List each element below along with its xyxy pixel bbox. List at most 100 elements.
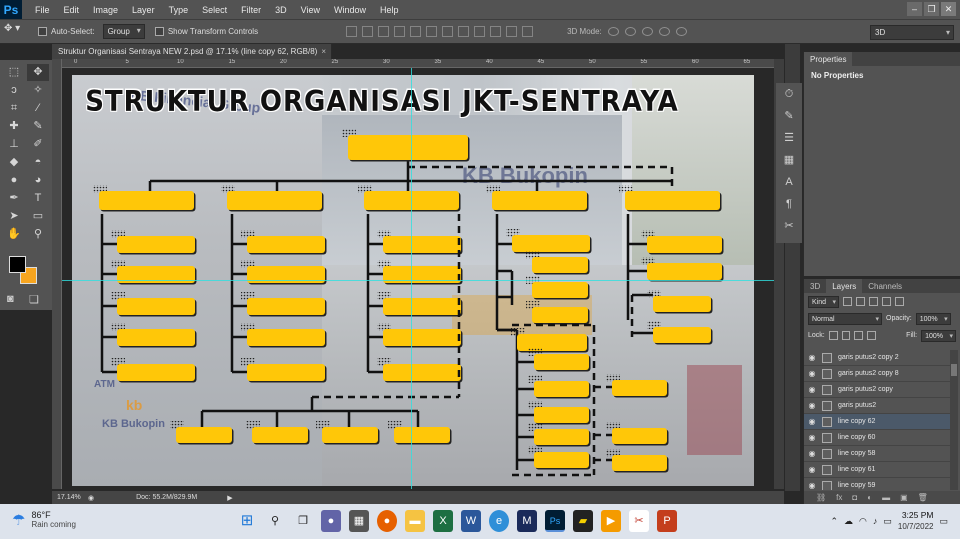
auto-select-option[interactable]: Auto-Select: — [38, 27, 95, 36]
edge-icon[interactable]: e — [489, 510, 509, 532]
menu-file[interactable]: File — [28, 5, 57, 15]
visibility-eye-icon[interactable]: ◉ — [804, 481, 820, 490]
layer-row[interactable]: ◉ line copy 58 — [804, 446, 950, 462]
crop-tool-icon[interactable]: ⌗ — [3, 100, 25, 117]
layer-row[interactable]: ◉ garis putus2 copy — [804, 382, 950, 398]
lock-transparent-icon[interactable] — [828, 331, 838, 340]
align-top-icon[interactable] — [346, 26, 358, 37]
eyedropper-icon[interactable]: ⁄ — [27, 100, 49, 117]
menu-view[interactable]: View — [294, 5, 327, 15]
menu-edit[interactable]: Edit — [57, 5, 87, 15]
powerpoint-icon[interactable]: P — [657, 510, 677, 532]
visibility-eye-icon[interactable]: ◉ — [804, 433, 820, 442]
media-player-icon[interactable]: ▶ — [601, 510, 621, 532]
align-bottom-icon[interactable] — [378, 26, 390, 37]
visibility-eye-icon[interactable]: ◉ — [804, 449, 820, 458]
adjustments-icon[interactable]: ☰ — [776, 127, 802, 149]
auto-select-checkbox[interactable] — [38, 27, 47, 36]
adjustment-layer-icon[interactable]: ◐ — [867, 493, 872, 502]
lock-position-icon[interactable] — [854, 331, 864, 340]
transform-controls-checkbox[interactable] — [154, 27, 164, 36]
sticky-notes-icon[interactable]: ▰ — [573, 510, 593, 532]
document-tab[interactable]: Struktur Organisasi Sentraya NEW 2.psd @… — [52, 44, 332, 59]
align-right-icon[interactable] — [426, 26, 438, 37]
magic-wand-icon[interactable]: ✧ — [27, 82, 49, 99]
layer-row[interactable]: ◉ garis putus2 copy 2 — [804, 350, 950, 366]
clock[interactable]: 3:25 PM 10/7/2022 — [898, 510, 934, 532]
layer-row[interactable]: ◉ line copy 60 — [804, 430, 950, 446]
transform-controls-option[interactable]: Show Transform Controls — [154, 27, 258, 36]
adjustment-filter-icon[interactable] — [856, 297, 866, 306]
move-tool-icon[interactable]: ✥ — [27, 64, 49, 81]
visibility-eye-icon[interactable]: ◉ — [804, 369, 820, 378]
word-icon[interactable]: W — [461, 510, 481, 532]
shape-tool-icon[interactable]: ▭ — [27, 208, 49, 225]
path-select-icon[interactable]: ➤ — [3, 208, 25, 225]
app-m-icon[interactable]: M — [517, 510, 537, 532]
minimize-icon[interactable]: – — [907, 2, 922, 16]
styles-icon[interactable]: ▦ — [776, 149, 802, 171]
align-left-icon[interactable] — [394, 26, 406, 37]
lock-all-icon[interactable] — [867, 331, 877, 340]
new-group-icon[interactable]: ▬ — [882, 493, 890, 502]
zoom-tool-icon[interactable]: ⚲ — [27, 226, 49, 243]
shape-filter-icon[interactable] — [882, 297, 892, 306]
tools-presets-icon[interactable]: ✂ — [776, 215, 802, 237]
auto-select-dropdown[interactable]: Group — [102, 24, 145, 39]
dodge-tool-icon[interactable]: ◕ — [27, 172, 49, 189]
pen-tool-icon[interactable]: ✒ — [3, 190, 25, 207]
menu-select[interactable]: Select — [195, 5, 234, 15]
paint-bucket-icon[interactable]: ◓ — [27, 154, 49, 171]
type-tool-icon[interactable]: T — [27, 190, 49, 207]
3d-pan-icon[interactable] — [641, 27, 653, 36]
lasso-tool-icon[interactable]: ↄ — [3, 82, 25, 99]
notification-icon[interactable]: ▭ — [939, 516, 948, 527]
delete-layer-icon[interactable]: 🗑 — [918, 493, 928, 502]
file-explorer-icon[interactable]: ▬ — [405, 510, 425, 532]
3d-slide-icon[interactable] — [658, 27, 670, 36]
spot-heal-icon[interactable]: ✚ — [3, 118, 25, 135]
quick-mask-icon[interactable]: ◙ — [7, 293, 14, 305]
visibility-eye-icon[interactable]: ◉ — [804, 417, 820, 426]
menu-window[interactable]: Window — [327, 5, 373, 15]
tab-3d[interactable]: 3D — [804, 279, 827, 293]
pixel-filter-icon[interactable] — [843, 297, 853, 306]
distribute-right-icon[interactable] — [522, 26, 534, 37]
move-tool-preset-icon[interactable]: ✥ ▾ — [4, 23, 38, 40]
wifi-icon[interactable]: ◠ — [859, 516, 867, 527]
weather-widget[interactable]: ☂ 86°F Rain coming — [12, 510, 76, 529]
distribute-top-icon[interactable] — [442, 26, 454, 37]
firefox-icon[interactable]: ● — [377, 510, 397, 532]
layers-scroll-thumb[interactable] — [951, 364, 957, 376]
visibility-eye-icon[interactable]: ◉ — [804, 465, 820, 474]
status-menu-icon[interactable]: ▶ — [227, 494, 232, 502]
distribute-vcenter-icon[interactable] — [458, 26, 470, 37]
3d-roll-icon[interactable] — [624, 27, 636, 36]
lock-image-icon[interactable] — [841, 331, 851, 340]
add-mask-icon[interactable]: ◘ — [852, 493, 857, 502]
layer-row[interactable]: ◉ garis putus2 — [804, 398, 950, 414]
guide-vertical[interactable] — [411, 68, 412, 489]
3d-orbit-icon[interactable] — [607, 27, 619, 36]
chevron-up-icon[interactable]: ⌃ — [830, 516, 838, 527]
menu-image[interactable]: Image — [86, 5, 125, 15]
windows-start-icon[interactable]: ⊞ — [237, 510, 257, 532]
visibility-eye-icon[interactable]: ◉ — [804, 353, 820, 362]
calculator-icon[interactable]: ▦ — [349, 510, 369, 532]
excel-icon[interactable]: X — [433, 510, 453, 532]
menu-filter[interactable]: Filter — [234, 5, 268, 15]
zoom-level[interactable]: 17.14% — [52, 494, 88, 501]
type-filter-icon[interactable] — [869, 297, 879, 306]
layers-scrollbar[interactable] — [950, 350, 958, 490]
align-vcenter-icon[interactable] — [362, 26, 374, 37]
history-brush-icon[interactable]: ✐ — [27, 136, 49, 153]
ruler-vertical[interactable] — [52, 59, 62, 489]
hand-tool-icon[interactable]: ✋ — [3, 226, 25, 243]
blend-mode-dropdown[interactable]: Normal — [808, 312, 882, 325]
fill-input[interactable]: 100% — [921, 329, 956, 342]
close-tab-icon[interactable]: × — [321, 44, 326, 59]
history-panel-icon[interactable]: ⏱ — [776, 83, 802, 105]
photoshop-taskbar-icon[interactable]: Ps — [545, 510, 565, 532]
link-layers-icon[interactable]: ⛓ — [816, 493, 826, 502]
distribute-hcenter-icon[interactable] — [506, 26, 518, 37]
